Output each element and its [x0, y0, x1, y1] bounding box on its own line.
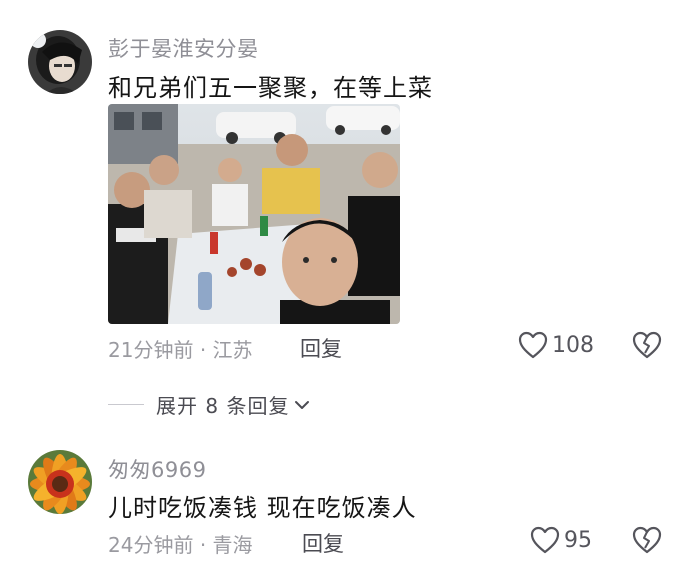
like-count: 108 — [552, 332, 594, 358]
broken-heart-icon — [632, 331, 662, 359]
dislike-button[interactable] — [632, 526, 662, 558]
expand-divider — [108, 404, 144, 405]
like-count: 95 — [564, 527, 592, 553]
photo-image — [108, 104, 400, 324]
meta-separator: · — [199, 338, 207, 362]
comment-location: 青海 — [212, 533, 253, 557]
comment-username[interactable]: 彭于晏淮安分晏 — [108, 33, 259, 63]
comment-text: 和兄弟们五一聚聚，在等上菜 — [108, 74, 433, 102]
meta-separator: · — [199, 533, 207, 557]
expand-replies-label: 展开 8 条回复 — [156, 394, 290, 418]
chevron-down-icon — [295, 400, 310, 409]
dislike-button[interactable] — [632, 331, 662, 363]
comment-time: 24分钟前 — [108, 533, 194, 557]
avatar[interactable] — [28, 30, 92, 94]
avatar-image — [28, 30, 92, 94]
reply-button[interactable]: 回复 — [302, 528, 344, 558]
comment-photo[interactable] — [108, 104, 400, 324]
comment-time: 21分钟前 — [108, 338, 194, 362]
comment-meta: 21分钟前 · 江苏 — [108, 334, 253, 363]
heart-outline-icon — [518, 331, 548, 359]
reply-button[interactable]: 回复 — [300, 333, 342, 363]
comment-username[interactable]: 匆匆6969 — [108, 454, 206, 484]
expand-replies-button[interactable]: 展开 8 条回复 — [108, 390, 311, 419]
avatar[interactable] — [28, 450, 92, 514]
avatar-image — [28, 450, 92, 514]
like-button[interactable]: 108 — [518, 331, 594, 359]
comment-meta: 24分钟前 · 青海 — [108, 529, 253, 558]
like-button[interactable]: 95 — [530, 526, 592, 554]
broken-heart-icon — [632, 526, 662, 554]
comment-text: 儿时吃饭凑钱 现在吃饭凑人 — [108, 494, 417, 522]
comment-location: 江苏 — [212, 338, 253, 362]
heart-outline-icon — [530, 526, 560, 554]
